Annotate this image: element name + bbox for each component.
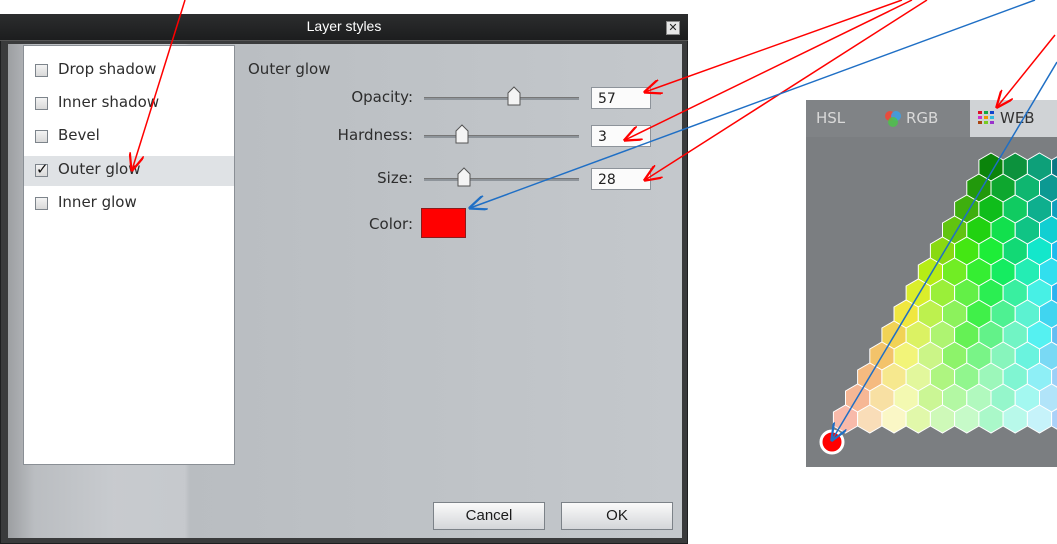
web-grid-icon <box>978 111 994 124</box>
drop-shadow-checkbox[interactable] <box>35 64 48 77</box>
tab-web[interactable]: WEB <box>970 100 1057 137</box>
tab-web-label: WEB <box>1000 109 1035 127</box>
arrow-to-web-tab <box>997 34 1056 107</box>
effect-label: Inner glow <box>58 193 137 211</box>
effect-item-outer-glow[interactable]: Outer glow <box>24 156 234 186</box>
dialog-titlebar[interactable]: Layer styles ✕ <box>0 14 688 41</box>
effect-item-bevel[interactable]: Bevel <box>24 122 234 152</box>
size-slider-track[interactable] <box>424 178 579 181</box>
rgb-circles-icon <box>885 111 901 127</box>
picker-tab-bar: HSL RGB WEB <box>806 100 1057 138</box>
size-value-field[interactable]: 28 <box>591 168 651 190</box>
opacity-label: Opacity: <box>351 88 413 106</box>
inner-glow-checkbox[interactable] <box>35 197 48 210</box>
inner-shadow-checkbox[interactable] <box>35 97 48 110</box>
opacity-slider-track[interactable] <box>424 97 579 100</box>
hardness-value-field[interactable]: 3 <box>591 125 651 147</box>
web-color-area[interactable] <box>806 137 1057 467</box>
effect-label: Inner shadow <box>58 93 160 111</box>
size-label: Size: <box>377 169 413 187</box>
tab-hsl-label: HSL <box>816 109 846 127</box>
cancel-button[interactable]: Cancel <box>433 502 545 530</box>
hardness-label: Hardness: <box>337 126 413 144</box>
color-swatch[interactable] <box>421 208 466 238</box>
effect-label: Bevel <box>58 126 100 144</box>
color-picker-panel: HSL RGB WEB <box>806 100 1057 467</box>
color-label: Color: <box>369 215 413 233</box>
opacity-slider-thumb[interactable] <box>507 86 521 106</box>
section-title: Outer glow <box>248 60 331 78</box>
hardness-slider-thumb[interactable] <box>455 124 469 144</box>
tab-rgb-label: RGB <box>906 109 939 127</box>
tab-hsl[interactable]: HSL <box>806 100 872 137</box>
effect-item-inner-glow[interactable]: Inner glow <box>24 189 234 219</box>
selected-color-marker[interactable] <box>819 429 845 455</box>
bevel-checkbox[interactable] <box>35 130 48 143</box>
effect-item-inner-shadow[interactable]: Inner shadow <box>24 89 234 119</box>
effect-item-drop-shadow[interactable]: Drop shadow <box>24 56 234 86</box>
close-icon[interactable]: ✕ <box>666 21 680 35</box>
web-color-hex-grid[interactable] <box>806 137 1057 467</box>
ok-button[interactable]: OK <box>561 502 673 530</box>
hardness-slider-track[interactable] <box>424 135 579 138</box>
effect-label: Outer glow <box>58 160 141 178</box>
outer-glow-checkbox[interactable] <box>35 160 49 178</box>
effect-label: Drop shadow <box>58 60 157 78</box>
size-slider-thumb[interactable] <box>457 167 471 187</box>
dialog-title: Layer styles <box>306 18 382 34</box>
opacity-value-field[interactable]: 57 <box>591 87 651 109</box>
effects-list: Drop shadow Inner shadow Bevel Outer glo… <box>23 45 235 465</box>
tab-rgb[interactable]: RGB <box>876 100 968 137</box>
